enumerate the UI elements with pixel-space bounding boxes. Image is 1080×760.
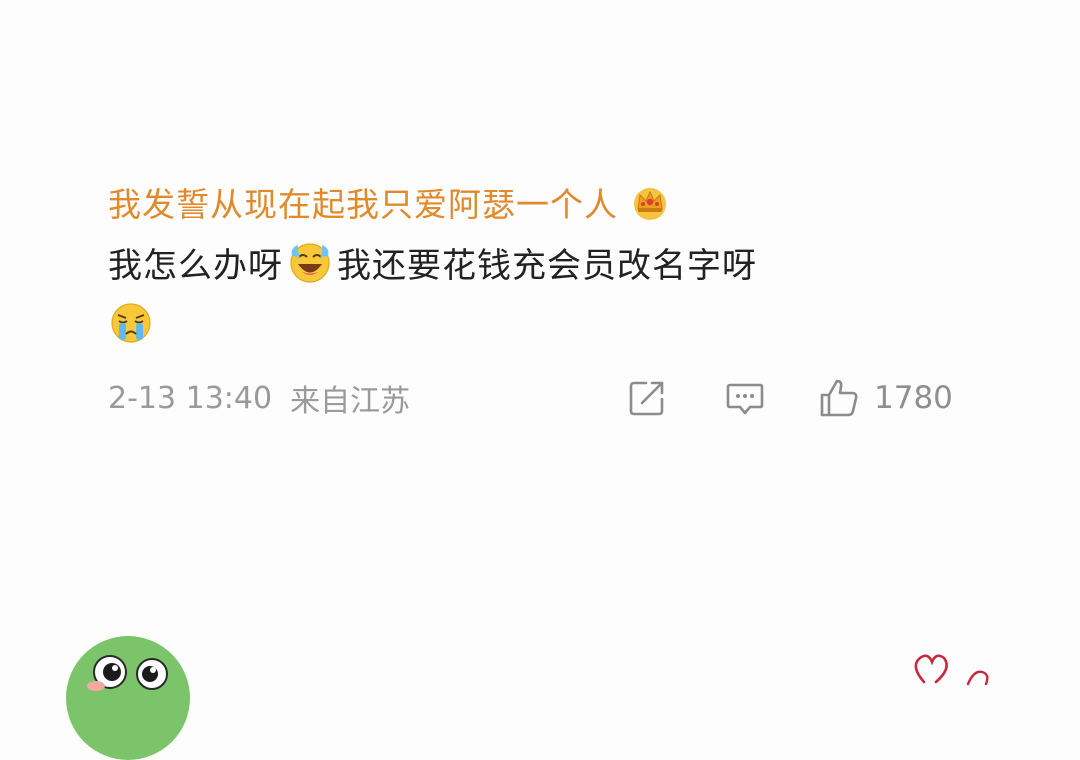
comment-text: 我怎么办呀 我还要花钱充会员改名字呀 <box>108 232 988 292</box>
decorative-heart-mark <box>914 654 989 686</box>
share-icon[interactable] <box>626 377 668 419</box>
comment-header: 我发誓从现在起我只爱阿瑟一个人 <box>108 172 988 232</box>
comment-actions: 1780 <box>626 374 953 422</box>
comment-emoji-line <box>108 292 988 354</box>
crying-emoji-icon <box>111 303 151 343</box>
comment-timestamp: 2-13 13:40 <box>108 380 273 416</box>
username-link[interactable]: 我发誓从现在起我只爱阿瑟一个人 <box>108 178 618 226</box>
comment-text-part1: 我怎么办呀 <box>108 245 283 286</box>
comment-text-part2: 我还要花钱充会员改名字呀 <box>337 245 757 286</box>
crown-icon <box>634 188 666 220</box>
next-comment-avatar[interactable] <box>66 636 190 760</box>
like-count: 1780 <box>874 380 953 416</box>
laughing-crying-emoji-icon <box>290 243 330 283</box>
comment-icon[interactable] <box>724 377 766 419</box>
comment-card: 我发誓从现在起我只爱阿瑟一个人 我怎么办呀 我还要花钱充会员改名字呀 <box>108 172 988 354</box>
thumbs-up-icon <box>820 379 858 417</box>
like-button[interactable]: 1780 <box>818 377 953 419</box>
comment-location: 来自江苏 <box>290 384 411 419</box>
